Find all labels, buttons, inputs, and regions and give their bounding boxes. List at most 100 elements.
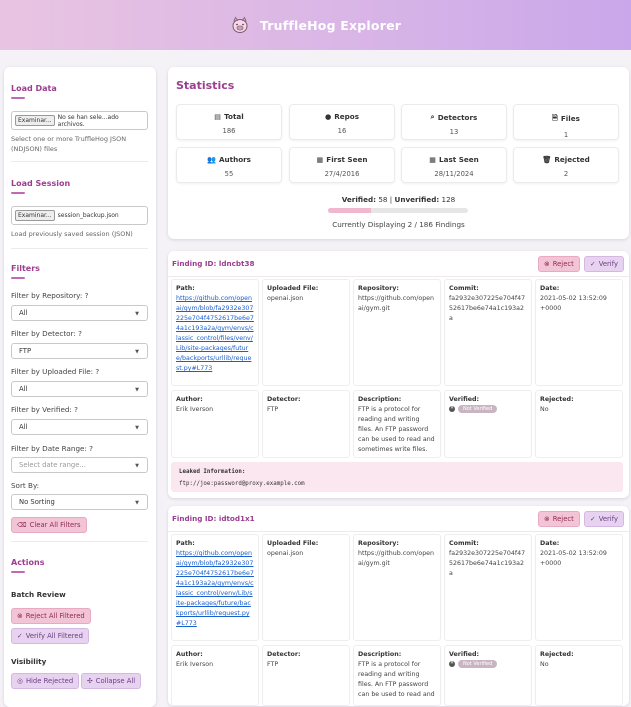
verified-filter-label: Filter by Verified: ? (11, 405, 78, 414)
sort-label: Sort By: (11, 481, 40, 490)
description-cell: Description: FTP is a protocol for readin… (353, 390, 441, 458)
file-input-text: session_backup.json (57, 212, 119, 219)
verify-button[interactable]: ✓ Verify (584, 256, 624, 272)
stat-card-first-seen: ▦ First Seen 27/4/2016 (289, 147, 395, 183)
uploaded-file-cell: Uploaded File: openai.json (262, 279, 350, 386)
status-badge: Not Verified (458, 660, 498, 668)
help-icon[interactable]: ? (89, 444, 93, 453)
eraser-icon: ⌫ (17, 521, 27, 529)
reject-all-button[interactable]: ⊗ Reject All Filtered (11, 608, 91, 624)
chevron-down-icon: ▼ (135, 425, 139, 431)
detector-cell: Detector: FTP (262, 390, 350, 458)
detector-filter-select[interactable]: FTP ▼ (11, 343, 148, 359)
help-icon[interactable]: ? (78, 329, 82, 338)
batch-review-title: Batch Review (11, 590, 66, 599)
app-header: TruffleHog Explorer (0, 0, 631, 50)
load-session-note: Load previously saved session (JSON) (11, 230, 133, 238)
session-file-input[interactable]: Examinar... session_backup.json (11, 206, 148, 225)
calendar-icon: ▦ (316, 155, 324, 164)
commit-cell: Commit: fa2932e307225e704f4752617be6e74a1… (444, 534, 532, 641)
commit-cell: Commit: fa2932e307225e704f4752617be6e74a1… (444, 279, 532, 386)
help-icon[interactable]: ? (95, 367, 99, 376)
collapse-all-button[interactable]: ✣ Collapse All (81, 673, 142, 689)
check-circle-icon: ✓ (590, 260, 596, 268)
verified-cell: Verified: ✕ Not Verified (444, 390, 532, 458)
eye-slash-icon: ◎ (17, 677, 23, 685)
status-badge: Not Verified (458, 405, 498, 413)
progress-fill (328, 208, 372, 213)
title-underline (11, 571, 25, 573)
finding-card: Finding ID: idtod1x1 ⊗ Reject ✓ Verify Pat… (168, 506, 629, 706)
path-link[interactable]: https://github.com/openai/gym/blob/fa293… (176, 295, 254, 372)
stat-card-total: ▤ Total 186 (176, 104, 282, 140)
load-data-title: Load Data (11, 84, 57, 93)
repository-cell: Repository: https://github.com/openai/gym… (353, 279, 441, 386)
sidebar: Load Data Examinar... No se han sele...a… (4, 67, 156, 707)
github-icon: ● (324, 112, 332, 121)
divider (11, 161, 148, 162)
path-link[interactable]: https://github.com/openai/gym/blob/fa293… (176, 550, 254, 627)
reject-button[interactable]: ⊗ Reject (538, 256, 580, 272)
stat-card-rejected: 🗑 Rejected 2 (513, 147, 619, 183)
statistics-title: Statistics (176, 79, 235, 92)
path-cell: Path: https://github.com/openai/gym/blob… (171, 534, 259, 641)
repo-filter-select[interactable]: All ▼ (11, 305, 148, 321)
verified-filter-select[interactable]: All ▼ (11, 419, 148, 435)
file-icon: 🗎 (552, 113, 558, 122)
finding-id: Finding ID: idtod1x1 (172, 514, 255, 523)
chevron-down-icon: ▼ (135, 463, 139, 469)
sort-select[interactable]: No Sorting ▼ (11, 494, 148, 510)
actions-title: Actions (11, 558, 45, 567)
verified-summary: Verified: 58 | Unverified: 128 (341, 195, 456, 204)
stat-card-detectors: ⌕ Detectors 13 (401, 104, 507, 140)
date-cell: Date: 2021-05-02 13:52:09 +0000 (535, 534, 623, 641)
title-underline (11, 192, 25, 194)
x-icon: ✕ (449, 661, 455, 667)
clear-filters-button[interactable]: ⌫ Clear All Filters (11, 517, 87, 533)
repo-filter-label: Filter by Repository: ? (11, 291, 89, 300)
displaying-count: Currently Displaying 2 / 186 Findings (332, 220, 465, 229)
users-icon: 👥 (207, 155, 216, 164)
load-data-note: Select one or more TruffleHog JSON (NDJS… (11, 135, 127, 153)
rejected-cell: Rejected: No (535, 645, 623, 706)
calendar-check-icon: ▦ (429, 155, 437, 164)
detector-filter-label: Filter by Detector: ? (11, 329, 82, 338)
verify-all-button[interactable]: ✓ Verify All Filtered (11, 628, 89, 644)
divider (168, 276, 629, 277)
date-range-input[interactable]: Select date range... ▼ (11, 457, 148, 473)
repository-cell: Repository: https://github.com/openai/gym… (353, 534, 441, 641)
leaked-secret: ftp://joe:password@proxy.example.com (179, 481, 305, 487)
description-cell: Description: FTP is a protocol for readin… (353, 645, 441, 706)
browse-button[interactable]: Examinar... (15, 210, 55, 221)
chevron-down-icon: ▼ (135, 387, 139, 393)
visibility-title: Visibility (11, 657, 47, 666)
rejected-cell: Rejected: No (535, 390, 623, 458)
load-session-title: Load Session (11, 179, 71, 188)
data-file-input[interactable]: Examinar... No se han sele...ado archivo… (11, 111, 148, 130)
verify-button[interactable]: ✓ Verify (584, 511, 624, 527)
file-input-text: No se han sele...ado archivos. (57, 113, 119, 128)
pig-logo-icon (230, 15, 250, 35)
stat-card-authors: 👥 Authors 55 (176, 147, 282, 183)
x-circle-icon: ⊗ (544, 515, 550, 523)
finding-id: Finding ID: ldncbt38 (172, 259, 255, 268)
app-title: TruffleHog Explorer (259, 17, 402, 33)
uploaded-filter-select[interactable]: All ▼ (11, 381, 148, 397)
x-circle-icon: ⊗ (17, 612, 23, 620)
detector-cell: Detector: FTP (262, 645, 350, 706)
stat-card-last-seen: ▦ Last Seen 28/11/2024 (401, 147, 507, 183)
chevron-down-icon: ▼ (135, 311, 139, 317)
filters-title: Filters (11, 264, 40, 273)
help-icon[interactable]: ? (85, 291, 89, 300)
finding-card: Finding ID: ldncbt38 ⊗ Reject ✓ Verify Pat… (168, 251, 629, 498)
collapse-icon: ✣ (87, 677, 93, 685)
reject-button[interactable]: ⊗ Reject (538, 511, 580, 527)
stat-card-files: 🗎 Files 1 (513, 104, 619, 140)
author-cell: Author: Erik Iverson (171, 390, 259, 458)
hide-rejected-button[interactable]: ◎ Hide Rejected (11, 673, 80, 689)
uploaded-filter-label: Filter by Uploaded File: ? (11, 367, 100, 376)
check-circle-icon: ✓ (590, 515, 596, 523)
date-filter-label: Filter by Date Range: ? (11, 444, 93, 453)
browse-button[interactable]: Examinar... (15, 115, 55, 126)
help-icon[interactable]: ? (74, 405, 78, 414)
